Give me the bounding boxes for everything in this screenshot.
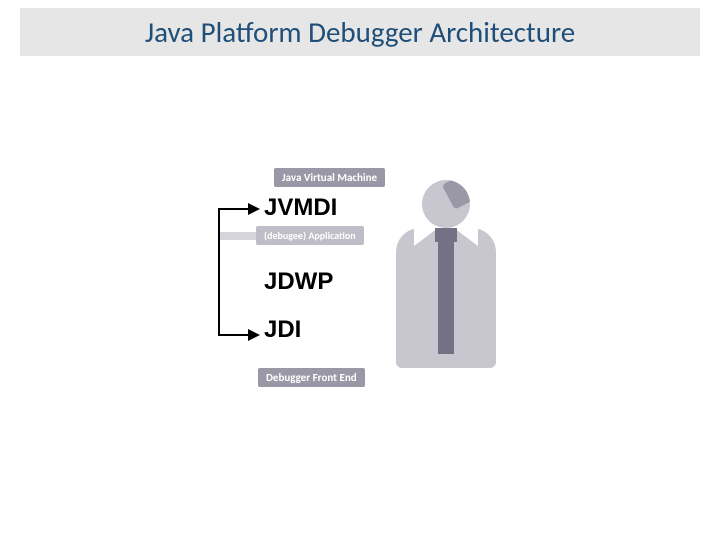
app-bar	[218, 232, 260, 240]
api-label-jdwp: JDWP	[264, 268, 333, 296]
person-figure-icon	[386, 180, 506, 366]
jpda-diagram: Java Virtual Machine JVMDI (debugee) App…	[196, 168, 526, 404]
arrow-icon	[248, 329, 260, 341]
api-label-jvmdi: JVMDI	[264, 194, 337, 222]
api-label-jdi: JDI	[264, 316, 301, 344]
title-bar: Java Platform Debugger Architecture	[20, 8, 700, 56]
figure-head	[422, 180, 470, 228]
arrow-icon	[248, 203, 260, 215]
label-jvm: Java Virtual Machine	[274, 168, 385, 187]
connector-to-jdi	[218, 334, 248, 336]
figure-head-shade	[442, 180, 470, 210]
page-title: Java Platform Debugger Architecture	[145, 14, 575, 50]
figure-tie	[438, 234, 454, 354]
figure-collar	[454, 228, 478, 246]
label-debugee-app: (debugee) Application	[256, 226, 364, 245]
label-debugger-frontend: Debugger Front End	[258, 368, 365, 387]
connector-vertical	[218, 208, 220, 336]
connector-to-jvmdi	[218, 208, 248, 210]
